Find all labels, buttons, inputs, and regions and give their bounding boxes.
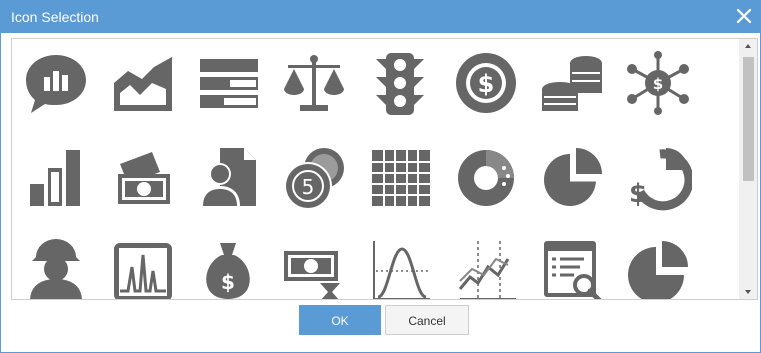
report-search-icon[interactable] bbox=[538, 237, 606, 299]
dollar-chip-icon[interactable]: $ bbox=[452, 49, 520, 117]
cancel-button[interactable]: Cancel bbox=[385, 305, 469, 335]
area-chart-icon[interactable] bbox=[108, 49, 176, 117]
coins-five-icon[interactable]: 5 bbox=[280, 144, 348, 212]
svg-text:$: $ bbox=[478, 70, 495, 98]
dialog-titlebar: Icon Selection bbox=[1, 1, 760, 33]
pie-chart-icon[interactable] bbox=[624, 237, 692, 299]
icon-list[interactable]: $ $ 5 $ $ bbox=[11, 38, 758, 300]
ok-button[interactable]: OK bbox=[299, 305, 381, 335]
coin-stacks-icon[interactable] bbox=[538, 49, 606, 117]
icon-grid: $ $ 5 $ $ bbox=[12, 39, 737, 299]
close-icon[interactable] bbox=[734, 6, 754, 26]
svg-text:5: 5 bbox=[302, 175, 315, 199]
svg-text:$: $ bbox=[653, 75, 663, 93]
spectrum-chart-icon[interactable] bbox=[108, 237, 176, 299]
bell-curve-icon[interactable] bbox=[366, 237, 434, 299]
money-hourglass-icon[interactable] bbox=[280, 237, 348, 299]
speech-bubble-bar-chart-icon[interactable] bbox=[22, 49, 90, 117]
scatter-line-chart-icon[interactable] bbox=[452, 237, 520, 299]
vertical-scrollbar[interactable] bbox=[739, 39, 757, 299]
progress-bars-icon[interactable] bbox=[194, 49, 262, 117]
dollar-pie-icon[interactable]: $ bbox=[624, 144, 692, 212]
balance-scale-icon[interactable] bbox=[280, 49, 348, 117]
dialog-title: Icon Selection bbox=[11, 9, 99, 25]
donut-chart-icon[interactable] bbox=[452, 144, 520, 212]
worker-helmet-icon[interactable] bbox=[22, 237, 90, 299]
svg-text:$: $ bbox=[629, 179, 647, 209]
traffic-light-icon[interactable] bbox=[366, 49, 434, 117]
icon-selection-dialog: Icon Selection $ $ 5 $ $ OK Cancel bbox=[0, 0, 761, 353]
banknotes-icon[interactable] bbox=[108, 144, 176, 212]
scroll-down-icon[interactable] bbox=[739, 285, 757, 299]
pie-chart-slice-icon[interactable] bbox=[538, 144, 606, 212]
svg-text:$: $ bbox=[221, 270, 235, 294]
ascending-bars-icon[interactable] bbox=[22, 144, 90, 212]
dollar-network-icon[interactable]: $ bbox=[624, 49, 692, 117]
scroll-up-icon[interactable] bbox=[739, 39, 757, 53]
calendar-grid-icon[interactable] bbox=[366, 144, 434, 212]
person-document-icon[interactable] bbox=[194, 144, 262, 212]
money-bag-icon[interactable]: $ bbox=[194, 237, 262, 299]
scrollbar-thumb[interactable] bbox=[743, 57, 754, 181]
